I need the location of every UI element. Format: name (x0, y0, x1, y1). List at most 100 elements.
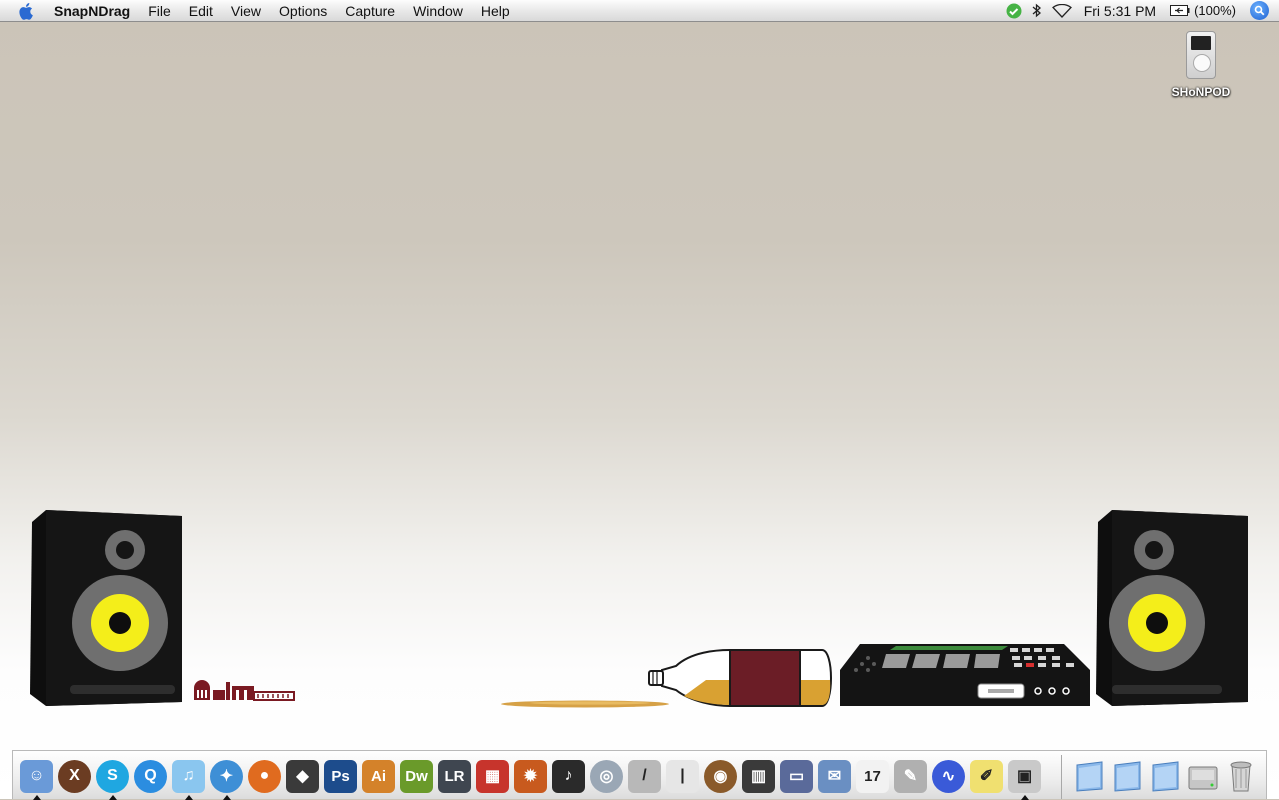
finder-icon: ☺ (20, 759, 53, 793)
dock-item-cyberduck[interactable]: ◆ (285, 757, 320, 795)
dock-item-glyph: ▭ (788, 768, 805, 785)
dock-item-glyph: ◉ (713, 768, 728, 785)
dock-item-waveform[interactable]: ∿ (931, 757, 966, 795)
reason-icon: ✹ (514, 759, 547, 793)
dock-item-glyph: S (107, 767, 118, 784)
dock-item-skype[interactable]: S (95, 757, 130, 800)
dock-item-lightroom[interactable]: LR (437, 757, 472, 795)
menu-help[interactable]: Help (472, 0, 519, 22)
dock-item-quicktime[interactable]: Q (133, 757, 168, 795)
dock-item-glyph: Q (144, 767, 157, 784)
menu-options[interactable]: Options (270, 0, 336, 22)
dock-item-photoshop[interactable]: Ps (323, 757, 358, 795)
hard-drive-icon (1188, 766, 1217, 790)
microphone-icon: | (666, 759, 699, 793)
crossover-icon: X (58, 759, 91, 793)
dock-item-photobooth[interactable]: ▦ (475, 757, 510, 795)
wallpaper-logo (194, 680, 295, 701)
photobooth-icon: ▦ (476, 759, 509, 793)
dock-stack-folder-0[interactable] (1071, 757, 1106, 795)
dock-item-microphone[interactable]: | (665, 757, 700, 795)
running-indicator (1020, 795, 1029, 800)
dock-stack-folder-2[interactable] (1147, 757, 1182, 795)
bluetooth-icon[interactable] (1032, 3, 1042, 18)
itunes-icon: ♫ (172, 759, 205, 793)
dock-item-glyph: / (642, 767, 647, 784)
folder-icon (1152, 761, 1178, 792)
dock-item-firefox[interactable]: ● (247, 757, 282, 795)
dock-item-glyph: ◎ (599, 768, 614, 785)
dock-item-ical[interactable]: 17 (855, 757, 890, 795)
dock-item-glyph: ♫ (182, 767, 195, 784)
dock-item-glyph: ✹ (523, 768, 538, 785)
dock-stack-hard-drive-3[interactable] (1185, 757, 1220, 795)
dock-item-safari[interactable]: ✦ (209, 757, 244, 800)
menu-app-name[interactable]: SnapNDrag (52, 0, 139, 22)
lightroom-icon: LR (438, 759, 471, 793)
growl-icon[interactable] (1006, 3, 1022, 19)
dock-item-glyph: LR (444, 767, 465, 785)
wifi-icon[interactable] (1051, 3, 1072, 18)
menu-clock[interactable]: Fri 5:31 PM (1084, 3, 1156, 19)
running-indicator (222, 795, 231, 800)
stickies-icon: ✐ (970, 759, 1003, 793)
dock-item-script[interactable]: ✎ (893, 757, 928, 795)
menu-window[interactable]: Window (404, 0, 472, 22)
spotlight-icon[interactable] (1250, 1, 1269, 20)
menu-file[interactable]: File (139, 0, 180, 22)
dock-item-crossover[interactable]: X (57, 757, 92, 795)
running-indicator (108, 795, 117, 800)
dreamweaver-icon: Dw (400, 759, 433, 793)
guitar-icon: / (628, 759, 661, 793)
trash-icon (1230, 761, 1251, 792)
dock-item-glyph: ▦ (484, 768, 501, 785)
dock-item-glyph: ◆ (296, 768, 309, 785)
battery-percentage[interactable]: (100%) (1194, 3, 1236, 18)
apple-menu-icon[interactable] (16, 2, 38, 20)
dock-item-dreamweaver[interactable]: Dw (399, 757, 434, 795)
dock-item-glyph: ☺ (28, 767, 45, 784)
dock-item-glyph: ♪ (564, 767, 573, 784)
piano-icon: ▥ (742, 759, 775, 793)
menu-capture[interactable]: Capture (336, 0, 404, 22)
keyboard-icon: ▭ (780, 759, 813, 793)
battery-icon[interactable] (1170, 5, 1190, 16)
menu-extras: Fri 5:31 PM (100%) (996, 0, 1279, 22)
spill-art (501, 700, 669, 708)
cyberduck-icon: ◆ (286, 759, 319, 793)
dock-stack-trash-4[interactable] (1223, 757, 1258, 795)
right-speaker-art (1096, 510, 1248, 706)
desktop-drive-label: SHoNPOD (1171, 85, 1231, 99)
dock-item-glyph: ✐ (979, 768, 994, 785)
dock-item-piano[interactable]: ▥ (741, 757, 776, 795)
dock-item-glyph: 17 (864, 767, 881, 785)
safari-icon: ✦ (210, 759, 243, 793)
dock-item-glyph: ✎ (903, 768, 918, 785)
waveform-icon: ∿ (932, 759, 965, 793)
script-icon: ✎ (894, 759, 927, 793)
dock-stack-folder-1[interactable] (1109, 757, 1144, 795)
dock-item-mail[interactable]: ✉ (817, 757, 852, 795)
dock-item-glyph: ✉ (827, 768, 842, 785)
dock-item-illustrator[interactable]: Ai (361, 757, 396, 795)
menu-view[interactable]: View (222, 0, 270, 22)
dock-item-record[interactable]: ◉ (703, 757, 738, 795)
skype-icon: S (96, 759, 129, 793)
dock-item-logic[interactable]: ♪ (551, 757, 586, 795)
dock-item-reason[interactable]: ✹ (513, 757, 548, 795)
dock: ☺ X S Q ♫ ✦ ● ◆ Ps Ai Dw LR ▦ ✹ ♪ ◎ / | ◉ ▥ ▭ ✉ 17 ✎ ∿ ✐ ▣ (12, 750, 1267, 800)
running-indicator (184, 795, 193, 800)
dock-item-itunes[interactable]: ♫ (171, 757, 206, 800)
dock-item-glyph: Ai (371, 767, 386, 785)
firefox-icon: ● (248, 759, 281, 793)
menu-edit[interactable]: Edit (180, 0, 222, 22)
dock-item-guitar[interactable]: / (627, 757, 662, 795)
record-icon: ◉ (704, 759, 737, 793)
folder-icon (1076, 761, 1102, 792)
dock-item-stickies[interactable]: ✐ (969, 757, 1004, 795)
dock-item-audio-cd[interactable]: ◎ (589, 757, 624, 795)
dock-item-finder[interactable]: ☺ (19, 757, 54, 800)
dock-item-keyboard[interactable]: ▭ (779, 757, 814, 795)
desktop-drive-ipod[interactable]: SHoNPOD (1166, 31, 1236, 99)
dock-item-iphoto[interactable]: ▣ (1007, 757, 1042, 800)
